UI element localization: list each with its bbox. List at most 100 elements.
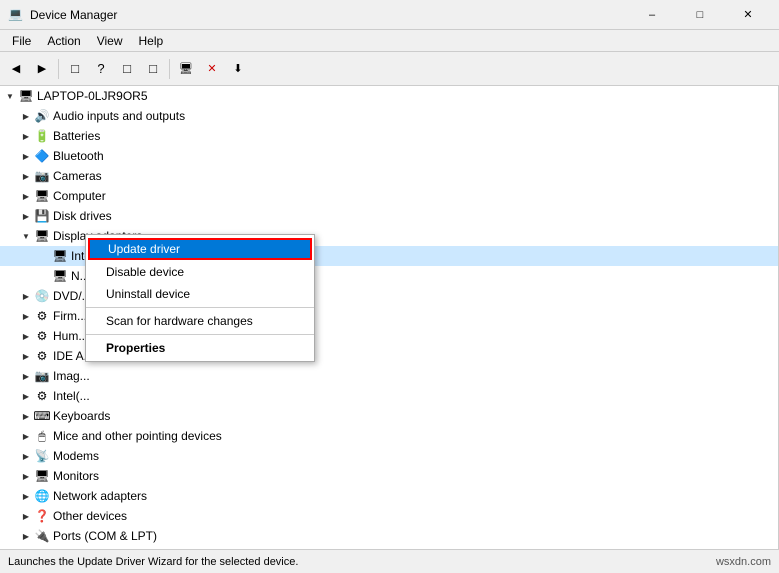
status-bar: Launches the Update Driver Wizard for th… (0, 549, 779, 573)
item-label: Hum... (53, 329, 88, 343)
modem-icon: 📡 (34, 448, 50, 464)
tb-properties[interactable]: □ (63, 57, 87, 81)
tb-download[interactable]: ⬇ (226, 57, 250, 81)
disk-icon: 💾 (34, 208, 50, 224)
expand-icon: ▶ (18, 148, 34, 164)
context-menu: Update driver Disable device Uninstall d… (85, 234, 315, 362)
ctx-uninstall-device[interactable]: Uninstall device (86, 283, 314, 305)
list-item[interactable]: ▶ 🖥 Computer (0, 186, 778, 206)
item-label: Disk drives (53, 209, 112, 223)
ports-icon: 🔌 (34, 528, 50, 544)
main-area: ▼ 🖥 LAPTOP-0LJR9OR5 ▶ 🔊 Audio inputs and… (0, 86, 779, 549)
list-item[interactable]: ▶ 💾 Disk drives (0, 206, 778, 226)
item-label: Keyboards (53, 409, 110, 423)
tb-add[interactable]: □ (141, 57, 165, 81)
ctx-scan-hardware[interactable]: Scan for hardware changes (86, 310, 314, 332)
title-bar-left: 💻 Device Manager (8, 7, 117, 23)
tb-forward[interactable]: ▶ (30, 57, 54, 81)
item-label: Batteries (53, 129, 100, 143)
tb-update[interactable]: ? (89, 57, 113, 81)
list-item[interactable]: ▶ 🖱 Mice and other pointing devices (0, 426, 778, 446)
maximize-button[interactable]: □ (677, 1, 723, 29)
list-item[interactable]: ▶ 🖥 Monitors (0, 466, 778, 486)
expand-icon: ▶ (18, 308, 34, 324)
tb-back[interactable]: ◀ (4, 57, 28, 81)
expand-icon: ▶ (18, 548, 34, 549)
item-label: Intel(... (53, 389, 90, 403)
menu-file[interactable]: File (4, 32, 39, 50)
gpu-icon: 🖥 (52, 248, 68, 264)
ctx-update-driver[interactable]: Update driver (88, 238, 312, 260)
expand-icon: ▶ (18, 428, 34, 444)
bluetooth-icon: 🔷 (34, 148, 50, 164)
print-icon: 🖨 (34, 548, 50, 549)
list-item[interactable]: ▶ 🔷 Bluetooth (0, 146, 778, 166)
menu-view[interactable]: View (89, 32, 131, 50)
ctx-sep2 (86, 334, 314, 335)
status-right: wsxdn.com (716, 556, 771, 568)
audio-icon: 🔊 (34, 108, 50, 124)
expand-icon: ▶ (18, 508, 34, 524)
display-icon: 🖥 (34, 228, 50, 244)
app-icon: 💻 (8, 7, 24, 23)
tb-scan[interactable]: □ (115, 57, 139, 81)
item-label: Monitors (53, 469, 99, 483)
expand-icon: ▼ (18, 228, 34, 244)
tree-root[interactable]: ▼ 🖥 LAPTOP-0LJR9OR5 (0, 86, 778, 106)
item-label: Firm... (53, 309, 87, 323)
item-label: Imag... (53, 369, 90, 383)
expand-icon: ▶ (18, 208, 34, 224)
dvd-icon: 💿 (34, 288, 50, 304)
expand-icon: ▶ (18, 368, 34, 384)
tb-monitor[interactable]: 🖥 (174, 57, 198, 81)
intel-icon: ⚙ (34, 388, 50, 404)
expand-icon (36, 248, 52, 264)
app-title: Device Manager (30, 8, 117, 22)
list-item[interactable]: ▶ ⚙ Intel(... (0, 386, 778, 406)
expand-icon: ▶ (18, 328, 34, 344)
menu-help[interactable]: Help (131, 32, 172, 50)
monitors-icon: 🖥 (34, 468, 50, 484)
firmware-icon: ⚙ (34, 308, 50, 324)
title-bar: 💻 Device Manager – □ ✕ (0, 0, 779, 30)
list-item[interactable]: ▶ 📷 Imag... (0, 366, 778, 386)
ide-icon: ⚙ (34, 348, 50, 364)
menu-action[interactable]: Action (39, 32, 88, 50)
expand-icon: ▶ (18, 348, 34, 364)
imaging-icon: 📷 (34, 368, 50, 384)
item-label: Cameras (53, 169, 102, 183)
root-label: LAPTOP-0LJR9OR5 (37, 89, 148, 103)
root-expand-icon: ▼ (2, 88, 18, 104)
expand-icon: ▶ (18, 168, 34, 184)
list-item[interactable]: ▶ 📡 Modems (0, 446, 778, 466)
keyboard-icon: ⌨ (34, 408, 50, 424)
expand-icon: ▶ (18, 468, 34, 484)
hid-icon: ⚙ (34, 328, 50, 344)
tb-sep2 (169, 59, 170, 79)
item-label: Mice and other pointing devices (53, 429, 222, 443)
item-label: Network adapters (53, 489, 147, 503)
list-item[interactable]: ▶ 📷 Cameras (0, 166, 778, 186)
menu-bar: File Action View Help (0, 30, 779, 52)
list-item[interactable]: ▶ 🌐 Network adapters (0, 486, 778, 506)
list-item[interactable]: ▶ 🔌 Ports (COM & LPT) (0, 526, 778, 546)
tb-uninstall[interactable]: ✕ (200, 57, 224, 81)
close-button[interactable]: ✕ (725, 1, 771, 29)
ctx-properties[interactable]: Properties (86, 337, 314, 359)
tree-panel[interactable]: ▼ 🖥 LAPTOP-0LJR9OR5 ▶ 🔊 Audio inputs and… (0, 86, 779, 549)
list-item[interactable]: ▶ ❓ Other devices (0, 506, 778, 526)
computer-icon: 🖥 (34, 188, 50, 204)
ctx-sep1 (86, 307, 314, 308)
expand-icon: ▶ (18, 288, 34, 304)
item-label: Computer (53, 189, 106, 203)
camera-icon: 📷 (34, 168, 50, 184)
ctx-disable-device[interactable]: Disable device (86, 261, 314, 283)
minimize-button[interactable]: – (629, 1, 675, 29)
list-item[interactable]: ▶ 🔊 Audio inputs and outputs (0, 106, 778, 126)
gpu2-icon: 🖥 (52, 268, 68, 284)
root-icon: 🖥 (18, 88, 34, 104)
list-item[interactable]: ▶ ⌨ Keyboards (0, 406, 778, 426)
list-item[interactable]: ▶ 🔋 Batteries (0, 126, 778, 146)
list-item[interactable]: ▶ 🖨 Print queues (0, 546, 778, 549)
network-icon: 🌐 (34, 488, 50, 504)
